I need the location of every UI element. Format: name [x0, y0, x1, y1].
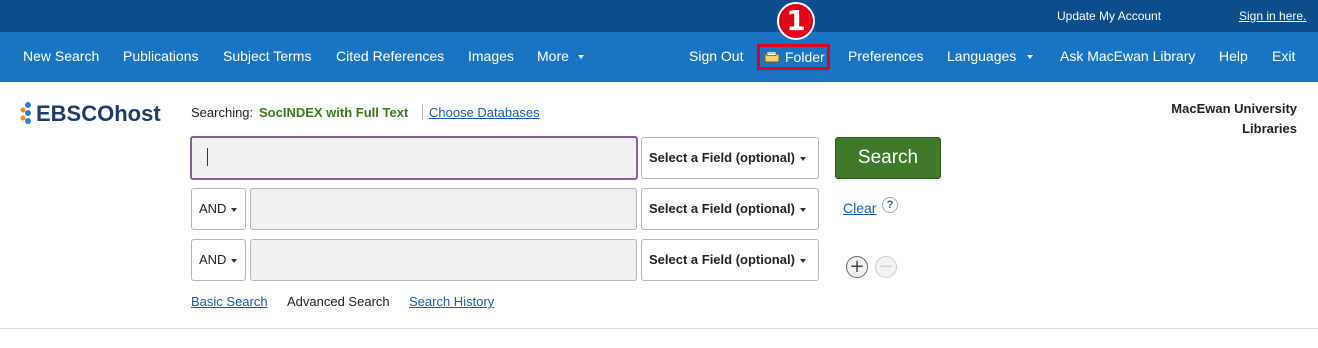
- search-input-2[interactable]: [250, 188, 637, 230]
- database-name: SocINDEX with Full Text: [259, 105, 409, 120]
- nav-ask-library[interactable]: Ask MacEwan Library: [1060, 48, 1195, 64]
- search-input-1[interactable]: [190, 136, 638, 180]
- nav-more[interactable]: More: [537, 48, 584, 64]
- search-input-3[interactable]: [250, 239, 637, 281]
- institution-line-1: MacEwan University: [1171, 101, 1297, 116]
- top-bar: Update My Account Sign in here.: [0, 0, 1318, 32]
- update-account-link[interactable]: Update My Account: [1057, 9, 1161, 23]
- nav-languages[interactable]: Languages: [947, 48, 1034, 64]
- sign-in-link[interactable]: Sign in here.: [1239, 9, 1306, 23]
- divider: [422, 104, 423, 120]
- nav-new-search[interactable]: New Search: [23, 48, 99, 64]
- nav-cited-references[interactable]: Cited References: [336, 48, 444, 64]
- choose-databases-link[interactable]: Choose Databases: [429, 105, 540, 120]
- operator-label: AND: [199, 201, 227, 216]
- nav-preferences[interactable]: Preferences: [848, 48, 923, 64]
- chevron-down-icon: [1027, 55, 1034, 60]
- help-icon[interactable]: ?: [882, 197, 898, 213]
- operator-label: AND: [199, 252, 227, 267]
- remove-row-button[interactable]: −: [875, 256, 897, 278]
- chevron-down-icon: [231, 207, 238, 212]
- chevron-down-icon: [577, 55, 584, 60]
- search-button[interactable]: Search: [835, 137, 941, 179]
- folder-icon: [764, 51, 780, 63]
- field-select-label: Select a Field (optional): [649, 150, 795, 165]
- nav-exit[interactable]: Exit: [1272, 48, 1295, 64]
- text-cursor: [207, 148, 208, 166]
- institution-name: MacEwan University Libraries: [1171, 99, 1297, 139]
- nav-more-label: More: [537, 48, 569, 64]
- nav-folder[interactable]: Folder: [757, 44, 830, 70]
- field-select-label: Select a Field (optional): [649, 201, 795, 216]
- chevron-down-icon: [799, 258, 806, 263]
- field-select-label: Select a Field (optional): [649, 252, 795, 267]
- searching-label: Searching:: [191, 105, 254, 120]
- advanced-search-label: Advanced Search: [287, 294, 390, 309]
- operator-select-2[interactable]: AND: [191, 188, 246, 230]
- basic-search-link[interactable]: Basic Search: [191, 294, 268, 309]
- section-divider: [0, 328, 1318, 329]
- ebsco-logo-icon: [20, 102, 31, 124]
- chevron-down-icon: [799, 156, 806, 161]
- main-nav: New Search Publications Subject Terms Ci…: [0, 32, 1318, 82]
- nav-sign-out[interactable]: Sign Out: [689, 48, 743, 64]
- chevron-down-icon: [799, 207, 806, 212]
- search-history-link[interactable]: Search History: [409, 294, 494, 309]
- field-select-3[interactable]: Select a Field (optional): [641, 239, 819, 281]
- nav-languages-label: Languages: [947, 48, 1017, 64]
- chevron-down-icon: [231, 258, 238, 263]
- field-select-1[interactable]: Select a Field (optional): [641, 137, 819, 179]
- nav-images[interactable]: Images: [468, 48, 514, 64]
- add-row-button[interactable]: +: [846, 256, 868, 278]
- field-select-2[interactable]: Select a Field (optional): [641, 188, 819, 230]
- nav-folder-label: Folder: [785, 49, 825, 65]
- ebsco-logo[interactable]: EBSCOhost: [36, 101, 161, 127]
- nav-help[interactable]: Help: [1219, 48, 1248, 64]
- clear-link[interactable]: Clear: [843, 200, 876, 216]
- step-number-badge: 1: [777, 2, 815, 40]
- nav-subject-terms[interactable]: Subject Terms: [223, 48, 311, 64]
- institution-line-2: Libraries: [1242, 121, 1297, 136]
- nav-publications[interactable]: Publications: [123, 48, 199, 64]
- operator-select-3[interactable]: AND: [191, 239, 246, 281]
